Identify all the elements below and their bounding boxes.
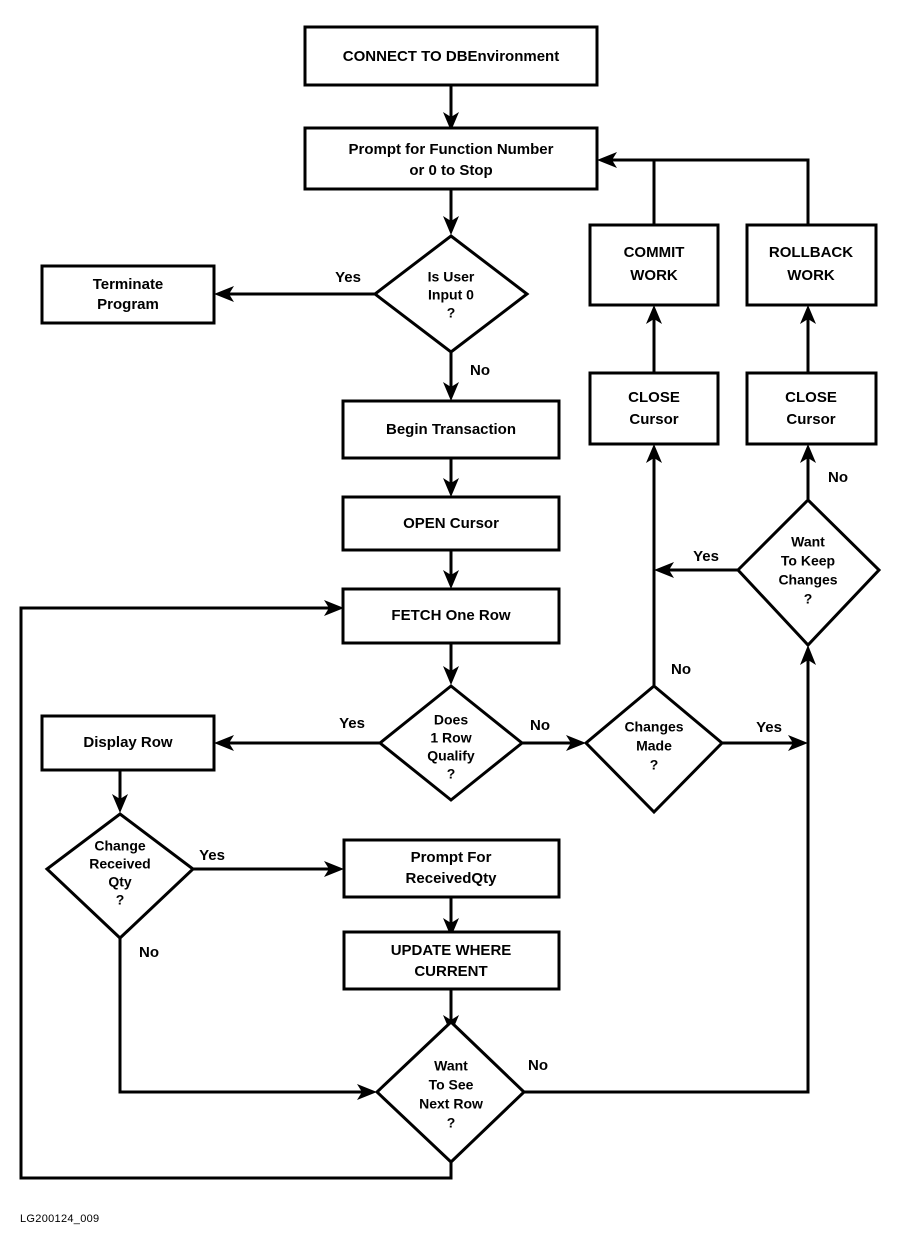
edge-label-changeqty-yes: Yes — [199, 847, 225, 864]
node-label-line-2: ? — [650, 757, 659, 773]
node-is-user-input-zero[interactable]: Is User Input 0 ? — [372, 234, 530, 354]
node-label-line-1: Input 0 — [428, 287, 474, 303]
node-box — [588, 371, 720, 446]
node-box — [745, 223, 878, 307]
node-label-line-1: or 0 to Stop — [409, 162, 492, 179]
flowchart-canvas: CONNECT TO DBEnvironment Prompt for Func… — [19, 25, 882, 1225]
edge-label-isuser-yes: Yes — [335, 269, 361, 286]
node-label-line-1: 1 Row — [430, 730, 471, 746]
node-box — [303, 126, 599, 191]
node-box — [40, 264, 216, 325]
node-want-to-keep-changes[interactable]: Want To Keep Changes ? — [735, 497, 882, 648]
node-close-cursor-rollback[interactable]: CLOSE Cursor — [745, 371, 878, 446]
node-label-line-1: WORK — [630, 267, 678, 284]
node-label-line-2: ? — [447, 305, 456, 321]
node-label-line-0: Prompt for Function Number — [349, 141, 554, 158]
node-label-line-1: Made — [636, 738, 672, 754]
edge-label-qualify-no: No — [530, 717, 550, 734]
node-label-line-1: Program — [97, 296, 159, 313]
node-label-line-2: Changes — [778, 572, 837, 588]
edge-label-changeqty-no: No — [139, 944, 159, 961]
node-label-line-0: UPDATE WHERE — [391, 942, 512, 959]
edge-label-changesmade-no: No — [671, 661, 691, 678]
node-want-to-see-next-row[interactable]: Want To See Next Row ? — [374, 1019, 527, 1165]
node-label-line-1: ReceivedQty — [406, 870, 498, 887]
node-connect-to-dbenvironment[interactable]: CONNECT TO DBEnvironment — [303, 25, 599, 87]
node-close-cursor-commit[interactable]: CLOSE Cursor — [588, 371, 720, 446]
node-label-line-0: CLOSE — [785, 389, 837, 406]
node-label-line-0: Change — [94, 838, 146, 854]
node-box — [745, 371, 878, 446]
edge-label-nextrow-no: No — [528, 1057, 548, 1074]
node-label-line-1: To Keep — [781, 553, 835, 569]
node-label-line-0: FETCH One Row — [391, 607, 510, 624]
node-label-line-1: Received — [89, 856, 150, 872]
node-label-line-1: WORK — [787, 267, 835, 284]
node-label-line-0: ROLLBACK — [769, 244, 853, 261]
node-change-received-qty[interactable]: Change Received Qty ? — [44, 812, 196, 941]
edge-label-keepchanges-yes: Yes — [693, 548, 719, 565]
node-label-line-0: CONNECT TO DBEnvironment — [343, 48, 559, 65]
node-label-line-0: OPEN Cursor — [403, 515, 499, 532]
flowchart-diagram: CONNECT TO DBEnvironment Prompt for Func… — [0, 0, 907, 1240]
node-label-line-1: CURRENT — [414, 963, 487, 980]
node-label-line-3: ? — [447, 766, 456, 782]
node-open-cursor[interactable]: OPEN Cursor — [341, 495, 561, 552]
figure-caption: LG200124_009 — [20, 1213, 99, 1225]
edge-label-changesmade-yes: Yes — [756, 719, 782, 736]
edge-commit-to-prompt — [612, 158, 656, 225]
edge-label-keepchanges-no: No — [828, 469, 848, 486]
node-label-line-3: ? — [447, 1115, 456, 1131]
node-label-line-0: CLOSE — [628, 389, 680, 406]
node-label-line-0: Is User — [428, 269, 475, 285]
node-terminate-program[interactable]: Terminate Program — [40, 264, 216, 325]
node-label-line-0: Want — [791, 534, 825, 550]
node-box — [342, 930, 561, 991]
node-update-where-current[interactable]: UPDATE WHERE CURRENT — [342, 930, 561, 991]
node-label-line-1: Cursor — [786, 411, 835, 428]
node-label-line-1: Cursor — [629, 411, 678, 428]
node-label-line-0: Begin Transaction — [386, 421, 516, 438]
edge-changeqty-no-to-nextrow — [118, 938, 363, 1094]
edge-rollback-to-prompt — [612, 158, 810, 225]
node-label-line-0: Changes — [624, 719, 683, 735]
node-label-line-3: ? — [804, 591, 813, 607]
node-label-line-0: Prompt For — [411, 849, 492, 866]
node-label-line-2: Qualify — [427, 748, 475, 764]
node-label-line-2: Qty — [108, 874, 132, 890]
node-label-line-0: Want — [434, 1058, 468, 1074]
node-box — [588, 223, 720, 307]
edge-label-isuser-no: No — [470, 362, 490, 379]
node-label-line-2: Next Row — [419, 1096, 483, 1112]
node-does-one-row-qualify[interactable]: Does 1 Row Qualify ? — [377, 684, 525, 802]
node-fetch-one-row[interactable]: FETCH One Row — [341, 587, 561, 645]
node-label-line-3: ? — [116, 892, 125, 908]
node-prompt-for-function-number[interactable]: Prompt for Function Number or 0 to Stop — [303, 126, 599, 191]
node-begin-transaction[interactable]: Begin Transaction — [341, 399, 561, 460]
node-prompt-for-received-qty[interactable]: Prompt For ReceivedQty — [342, 838, 561, 899]
edge-label-qualify-yes: Yes — [339, 715, 365, 732]
node-label-line-0: Does — [434, 712, 468, 728]
node-label-line-1: To See — [429, 1077, 474, 1093]
node-changes-made[interactable]: Changes Made ? — [583, 684, 725, 815]
node-commit-work[interactable]: COMMIT WORK — [588, 223, 720, 307]
node-rollback-work[interactable]: ROLLBACK WORK — [745, 223, 878, 307]
node-label-line-0: Display Row — [83, 734, 173, 751]
node-label-line-0: Terminate — [93, 276, 164, 293]
node-display-row[interactable]: Display Row — [40, 714, 216, 772]
node-label-line-0: COMMIT — [624, 244, 685, 261]
